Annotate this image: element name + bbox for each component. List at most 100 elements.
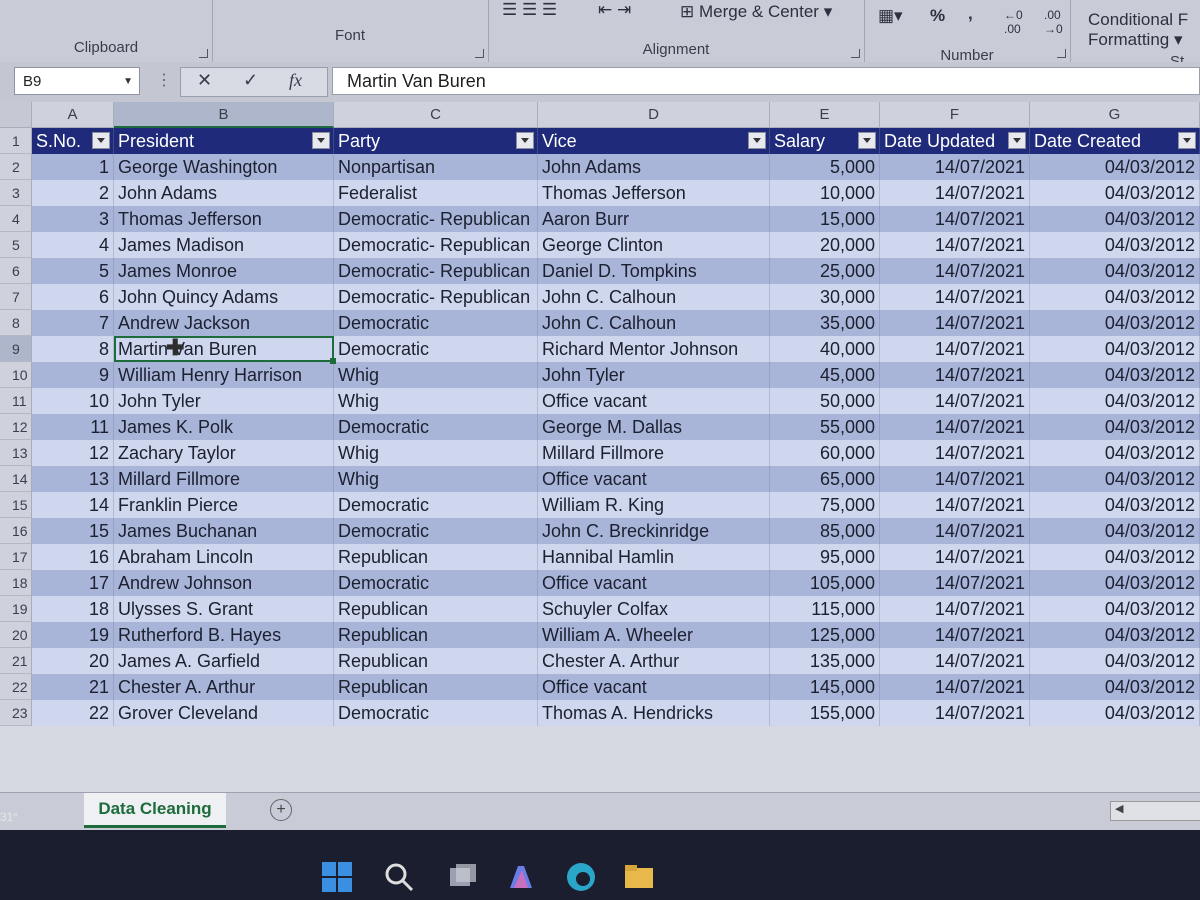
table-header-cell[interactable]: S.No.: [32, 128, 114, 154]
table-cell[interactable]: 55,000: [770, 414, 880, 440]
table-cell[interactable]: Andrew Johnson: [114, 570, 334, 596]
table-cell[interactable]: 45,000: [770, 362, 880, 388]
table-cell[interactable]: 14/07/2021: [880, 310, 1030, 336]
filter-dropdown-icon[interactable]: [92, 132, 110, 149]
table-cell[interactable]: 135,000: [770, 648, 880, 674]
table-cell[interactable]: Thomas Jefferson: [538, 180, 770, 206]
column-header-b[interactable]: B: [114, 102, 334, 128]
table-cell[interactable]: Franklin Pierce: [114, 492, 334, 518]
table-cell[interactable]: 10: [32, 388, 114, 414]
table-cell[interactable]: Ulysses S. Grant: [114, 596, 334, 622]
table-header-cell[interactable]: Vice: [538, 128, 770, 154]
table-cell[interactable]: 13: [32, 466, 114, 492]
table-cell[interactable]: 16: [32, 544, 114, 570]
table-cell[interactable]: Schuyler Colfax: [538, 596, 770, 622]
windows-start-icon[interactable]: [320, 860, 354, 894]
table-cell[interactable]: 14/07/2021: [880, 674, 1030, 700]
table-cell[interactable]: Whig: [334, 466, 538, 492]
row-header[interactable]: 8: [0, 310, 32, 336]
table-cell[interactable]: John Adams: [114, 180, 334, 206]
table-cell[interactable]: Republican: [334, 544, 538, 570]
row-header[interactable]: 4: [0, 206, 32, 232]
table-cell[interactable]: Thomas A. Hendricks: [538, 700, 770, 726]
column-header-c[interactable]: C: [334, 102, 538, 128]
table-cell[interactable]: Office vacant: [538, 466, 770, 492]
table-cell[interactable]: 14/07/2021: [880, 154, 1030, 180]
table-cell[interactable]: 115,000: [770, 596, 880, 622]
sheet-tab-data-cleaning[interactable]: Data Cleaning: [84, 793, 226, 828]
table-cell[interactable]: Whig: [334, 362, 538, 388]
table-cell[interactable]: James Madison: [114, 232, 334, 258]
table-cell[interactable]: 8: [32, 336, 114, 362]
table-cell[interactable]: 25,000: [770, 258, 880, 284]
table-cell[interactable]: Office vacant: [538, 388, 770, 414]
table-cell[interactable]: 22: [32, 700, 114, 726]
table-header-cell[interactable]: Salary: [770, 128, 880, 154]
row-header[interactable]: 5: [0, 232, 32, 258]
align-lines-icon[interactable]: ☰ ☰ ☰: [502, 0, 557, 20]
table-cell[interactable]: 04/03/2012: [1030, 596, 1200, 622]
table-cell[interactable]: John Quincy Adams: [114, 284, 334, 310]
table-header-cell[interactable]: Party: [334, 128, 538, 154]
table-cell[interactable]: Democratic: [334, 310, 538, 336]
table-cell[interactable]: Whig: [334, 388, 538, 414]
table-cell[interactable]: 5: [32, 258, 114, 284]
table-cell[interactable]: 04/03/2012: [1030, 492, 1200, 518]
table-cell[interactable]: 14/07/2021: [880, 388, 1030, 414]
table-cell[interactable]: 40,000: [770, 336, 880, 362]
row-header[interactable]: 14: [0, 466, 32, 492]
table-cell[interactable]: 04/03/2012: [1030, 180, 1200, 206]
table-header-cell[interactable]: Date Updated: [880, 128, 1030, 154]
table-cell[interactable]: 14/07/2021: [880, 180, 1030, 206]
table-cell[interactable]: 14/07/2021: [880, 700, 1030, 726]
search-icon[interactable]: [382, 860, 416, 894]
column-header-e[interactable]: E: [770, 102, 880, 128]
table-cell[interactable]: Office vacant: [538, 570, 770, 596]
conditional-formatting-button[interactable]: Conditional F Formatting ▾: [1088, 10, 1188, 50]
table-cell[interactable]: 1: [32, 154, 114, 180]
table-cell[interactable]: Martin Van Buren: [114, 336, 334, 362]
table-cell[interactable]: 15,000: [770, 206, 880, 232]
enter-icon[interactable]: ✓: [243, 70, 258, 91]
row-header[interactable]: 16: [0, 518, 32, 544]
table-cell[interactable]: 20: [32, 648, 114, 674]
table-cell[interactable]: Millard Fillmore: [538, 440, 770, 466]
table-cell[interactable]: 11: [32, 414, 114, 440]
filter-dropdown-icon[interactable]: [312, 132, 330, 149]
table-cell[interactable]: Andrew Jackson: [114, 310, 334, 336]
table-cell[interactable]: 14/07/2021: [880, 596, 1030, 622]
table-cell[interactable]: Democratic- Republican: [334, 206, 538, 232]
table-cell[interactable]: John Tyler: [114, 388, 334, 414]
table-cell[interactable]: Chester A. Arthur: [114, 674, 334, 700]
table-cell[interactable]: 04/03/2012: [1030, 648, 1200, 674]
row-header[interactable]: 10: [0, 362, 32, 388]
font-launcher-icon[interactable]: [475, 49, 484, 58]
add-sheet-icon[interactable]: +: [270, 799, 292, 821]
table-cell[interactable]: Democratic- Republican: [334, 258, 538, 284]
column-header-a[interactable]: A: [32, 102, 114, 128]
table-cell[interactable]: 14/07/2021: [880, 414, 1030, 440]
filter-dropdown-icon[interactable]: [1178, 132, 1196, 149]
row-header[interactable]: 3: [0, 180, 32, 206]
table-cell[interactable]: John C. Breckinridge: [538, 518, 770, 544]
table-cell[interactable]: 14/07/2021: [880, 284, 1030, 310]
filter-dropdown-icon[interactable]: [516, 132, 534, 149]
alignment-launcher-icon[interactable]: [851, 49, 860, 58]
table-header-cell[interactable]: President: [114, 128, 334, 154]
name-box[interactable]: B9 ▼: [14, 67, 140, 95]
copilot-icon[interactable]: [504, 860, 538, 894]
indent-icon[interactable]: ⇤ ⇥: [598, 0, 631, 20]
row-header[interactable]: 23: [0, 700, 32, 726]
table-cell[interactable]: William Henry Harrison: [114, 362, 334, 388]
table-cell[interactable]: James Buchanan: [114, 518, 334, 544]
edge-browser-icon[interactable]: [564, 860, 598, 894]
table-cell[interactable]: Democratic- Republican: [334, 284, 538, 310]
formula-input[interactable]: Martin Van Buren: [332, 67, 1200, 95]
table-cell[interactable]: 20,000: [770, 232, 880, 258]
table-header-cell[interactable]: Date Created: [1030, 128, 1200, 154]
table-cell[interactable]: 14/07/2021: [880, 492, 1030, 518]
comma-style-button[interactable]: ,: [968, 4, 973, 24]
row-header[interactable]: 20: [0, 622, 32, 648]
table-cell[interactable]: 50,000: [770, 388, 880, 414]
table-cell[interactable]: William A. Wheeler: [538, 622, 770, 648]
